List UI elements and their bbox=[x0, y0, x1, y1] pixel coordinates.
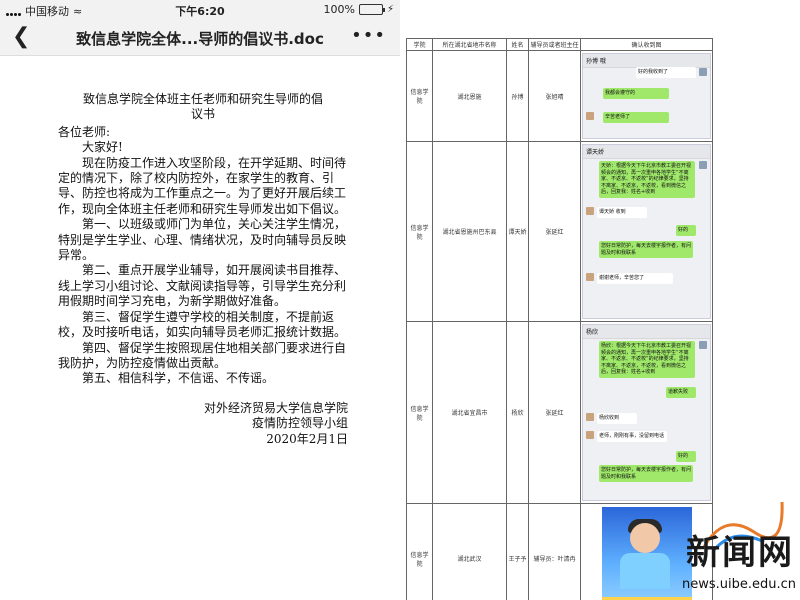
battery-percent: 100% bbox=[323, 3, 355, 16]
charging-icon: ⚡ bbox=[386, 4, 394, 15]
document-body: 致信息学院全体班主任老师和研究生导师的倡 议书 各位老师: 大家好! 现在防疫工… bbox=[58, 92, 348, 447]
doc-title-line1: 致信息学院全体班主任老师和研究生导师的倡 bbox=[82, 92, 323, 106]
chat-bubble: 杨欣：根据今天下午北京市教工委召开视频会的通知，再一次重申各地学生“不离家、不返… bbox=[599, 341, 695, 378]
avatar bbox=[699, 68, 707, 76]
confirmation-table: 学院 所在湖北省地市名称 姓名 辅导员或者班主任 确认收到图 信息学院 湖北恩施… bbox=[406, 38, 713, 600]
doc-paragraph: 第一、以班级或师门为单位，关心关注学生情况，特别是学生学业、心理、情绪状况，及时… bbox=[58, 217, 347, 263]
header-advisor: 辅导员或者班主任 bbox=[528, 38, 581, 51]
table-header-row: 学院 所在湖北省地市名称 姓名 辅导员或者班主任 确认收到图 bbox=[406, 38, 713, 51]
cell-proof: 杨欣 杨欣：根据今天下午北京市教工委召开视频会的通知，再一次重申各地学生“不离家… bbox=[580, 321, 713, 504]
chat-bubble: 杨欣收到 bbox=[597, 413, 637, 424]
table-row: 信息学院 湖北恩施 孙博 张旭晴 孙博 哦 好的我收到了 我都会遵守的 辛苦老师… bbox=[406, 50, 713, 142]
avatar bbox=[586, 207, 594, 215]
chat-bubble: 我都会遵守的 bbox=[603, 88, 669, 99]
chat-screenshot: 谭天娇 天娇：根据今天下午北京市教工委召开视频会的通知，再一次重申各地学生“不离… bbox=[582, 144, 711, 319]
person-face bbox=[629, 522, 660, 553]
header-city: 所在湖北省地市名称 bbox=[432, 38, 507, 51]
avatar bbox=[586, 273, 594, 281]
chat-bubble: 谢谢老师，辛苦您了 bbox=[597, 273, 673, 284]
doc-paragraph: 第二、重点开展学业辅导，如开展阅读书目推荐、线上学习小组讨论、文献阅读指导等，引… bbox=[58, 263, 347, 309]
cell-advisor: 张延红 bbox=[528, 321, 581, 504]
chat-bubble: 好的我收到了 bbox=[636, 67, 696, 78]
poster-band bbox=[601, 596, 692, 600]
cell-city: 湖北恩施 bbox=[432, 50, 507, 142]
table-row: 信息学院 湖北省宜昌市 杨欣 张延红 杨欣 杨欣：根据今天下午北京市教工委召开视… bbox=[406, 321, 713, 504]
doc-signature-line1: 对外经济贸易大学信息学院 bbox=[203, 400, 348, 415]
doc-salutation: 各位老师: bbox=[58, 124, 111, 139]
document-title-bar: 致信息学院全体...导师的倡议书.doc bbox=[76, 30, 324, 48]
chat-screenshot: 杨欣 杨欣：根据今天下午北京市教工委召开视频会的通知，再一次重申各地学生“不离家… bbox=[582, 324, 711, 501]
table-row: 信息学院 湖北武汉 王子予 辅导员：叶清冉 bbox=[406, 503, 713, 600]
chat-bubble: 好的 bbox=[676, 451, 696, 462]
nav-bar: ❮ 致信息学院全体...导师的倡议书.doc ••• bbox=[0, 20, 400, 56]
video-poster-image bbox=[601, 506, 692, 600]
cell-name: 孙博 bbox=[506, 50, 529, 142]
watermark-text: 新闻网 bbox=[686, 533, 794, 573]
doc-paragraph: 第五、相信科学，不信谣、不传谣。 bbox=[82, 371, 275, 386]
doc-title: 致信息学院全体班主任老师和研究生导师的倡 议书 bbox=[58, 92, 348, 123]
header-college: 学院 bbox=[406, 38, 433, 51]
person-body bbox=[619, 552, 670, 589]
doc-signature-line2: 疫情防控领导小组 bbox=[251, 416, 348, 431]
status-bar: 中国移动 ≈ 下午6:20 100% ⚡ bbox=[0, 0, 400, 20]
cell-city: 湖北省宜昌市 bbox=[432, 321, 507, 504]
chat-header: 谭天娇 bbox=[583, 145, 710, 159]
doc-greeting: 大家好! bbox=[82, 140, 123, 155]
avatar bbox=[586, 413, 594, 421]
chat-bubble: 老师，刚刚有事，没留到电话 bbox=[597, 431, 667, 442]
doc-paragraph: 现在防疫工作进入攻坚阶段，在开学延期、时间待定的情况下，除了校内防控外，在家学生… bbox=[58, 155, 347, 216]
chat-bubble: 您好日常防护，每天去楼宇报作者，有问题及时和我联系 bbox=[599, 241, 693, 258]
phone-screenshot: 中国移动 ≈ 下午6:20 100% ⚡ ❮ 致信息学院全体...导师的倡议书.… bbox=[0, 0, 400, 600]
chat-bubble: 好的 bbox=[676, 225, 696, 236]
battery-icon bbox=[358, 4, 385, 15]
chat-bubble: 您好日常防护，每天去楼宇报作者，有问题及时和我联系 bbox=[599, 465, 693, 482]
cell-college: 信息学院 bbox=[406, 321, 433, 504]
chat-header: 杨欣 bbox=[583, 325, 710, 339]
doc-date: 2020年2月1日 bbox=[266, 431, 348, 446]
cell-advisor: 辅导员：叶清冉 bbox=[528, 503, 581, 600]
cell-name: 杨欣 bbox=[506, 321, 529, 504]
table-row: 信息学院 湖北省恩施州巴东县 谭天娇 张延红 谭天娇 天娇：根据今天下午北京市教… bbox=[406, 141, 713, 322]
cell-proof: 孙博 哦 好的我收到了 我都会遵守的 辛苦老师了 bbox=[580, 50, 713, 142]
cell-advisor: 张旭晴 bbox=[528, 50, 581, 142]
chat-bubble: 天娇：根据今天下午北京市教工委召开视频会的通知，再一次重申各地学生“不离家、不返… bbox=[599, 161, 695, 198]
cell-city: 湖北省恩施州巴东县 bbox=[432, 141, 507, 322]
cell-college: 信息学院 bbox=[406, 141, 433, 322]
watermark-url: news.uibe.edu.cn bbox=[681, 577, 796, 592]
doc-spacer bbox=[58, 387, 348, 401]
chevron-left-icon[interactable]: ❮ bbox=[12, 24, 30, 50]
cell-proof: 谭天娇 天娇：根据今天下午北京市教工委召开视频会的通知，再一次重申各地学生“不离… bbox=[580, 141, 713, 322]
cell-college: 信息学院 bbox=[406, 503, 433, 600]
chat-bubble: 道歉失败 bbox=[666, 387, 696, 398]
cell-name: 王子予 bbox=[506, 503, 529, 600]
chat-bubble: 谭天娇 收到 bbox=[597, 207, 647, 218]
avatar bbox=[586, 431, 594, 439]
chat-screenshot: 孙博 哦 好的我收到了 我都会遵守的 辛苦老师了 bbox=[582, 53, 711, 139]
doc-paragraph: 第四、督促学生按照现居住地相关部门要求进行自我防护，为防控疫情做出贡献。 bbox=[58, 340, 347, 370]
cell-college: 信息学院 bbox=[406, 50, 433, 142]
doc-paragraph: 第三、督促学生遵守学校的相关制度，不提前返校，及时接听电话，如实向辅导员老师汇报… bbox=[58, 309, 347, 340]
avatar bbox=[586, 112, 594, 120]
cell-name: 谭天娇 bbox=[506, 141, 529, 322]
header-name: 姓名 bbox=[506, 38, 529, 51]
cell-advisor: 张延红 bbox=[528, 141, 581, 322]
chat-bubble: 辛苦老师了 bbox=[603, 112, 669, 123]
avatar bbox=[699, 161, 707, 169]
header-proof: 确认收到图 bbox=[580, 38, 713, 51]
avatar bbox=[699, 341, 707, 349]
doc-title-line2: 议书 bbox=[190, 107, 215, 122]
more-dots-icon[interactable]: ••• bbox=[351, 24, 386, 48]
video-screenshot bbox=[601, 506, 692, 600]
chat-header: 孙博 哦 bbox=[583, 54, 710, 68]
cell-city: 湖北武汉 bbox=[432, 503, 507, 600]
